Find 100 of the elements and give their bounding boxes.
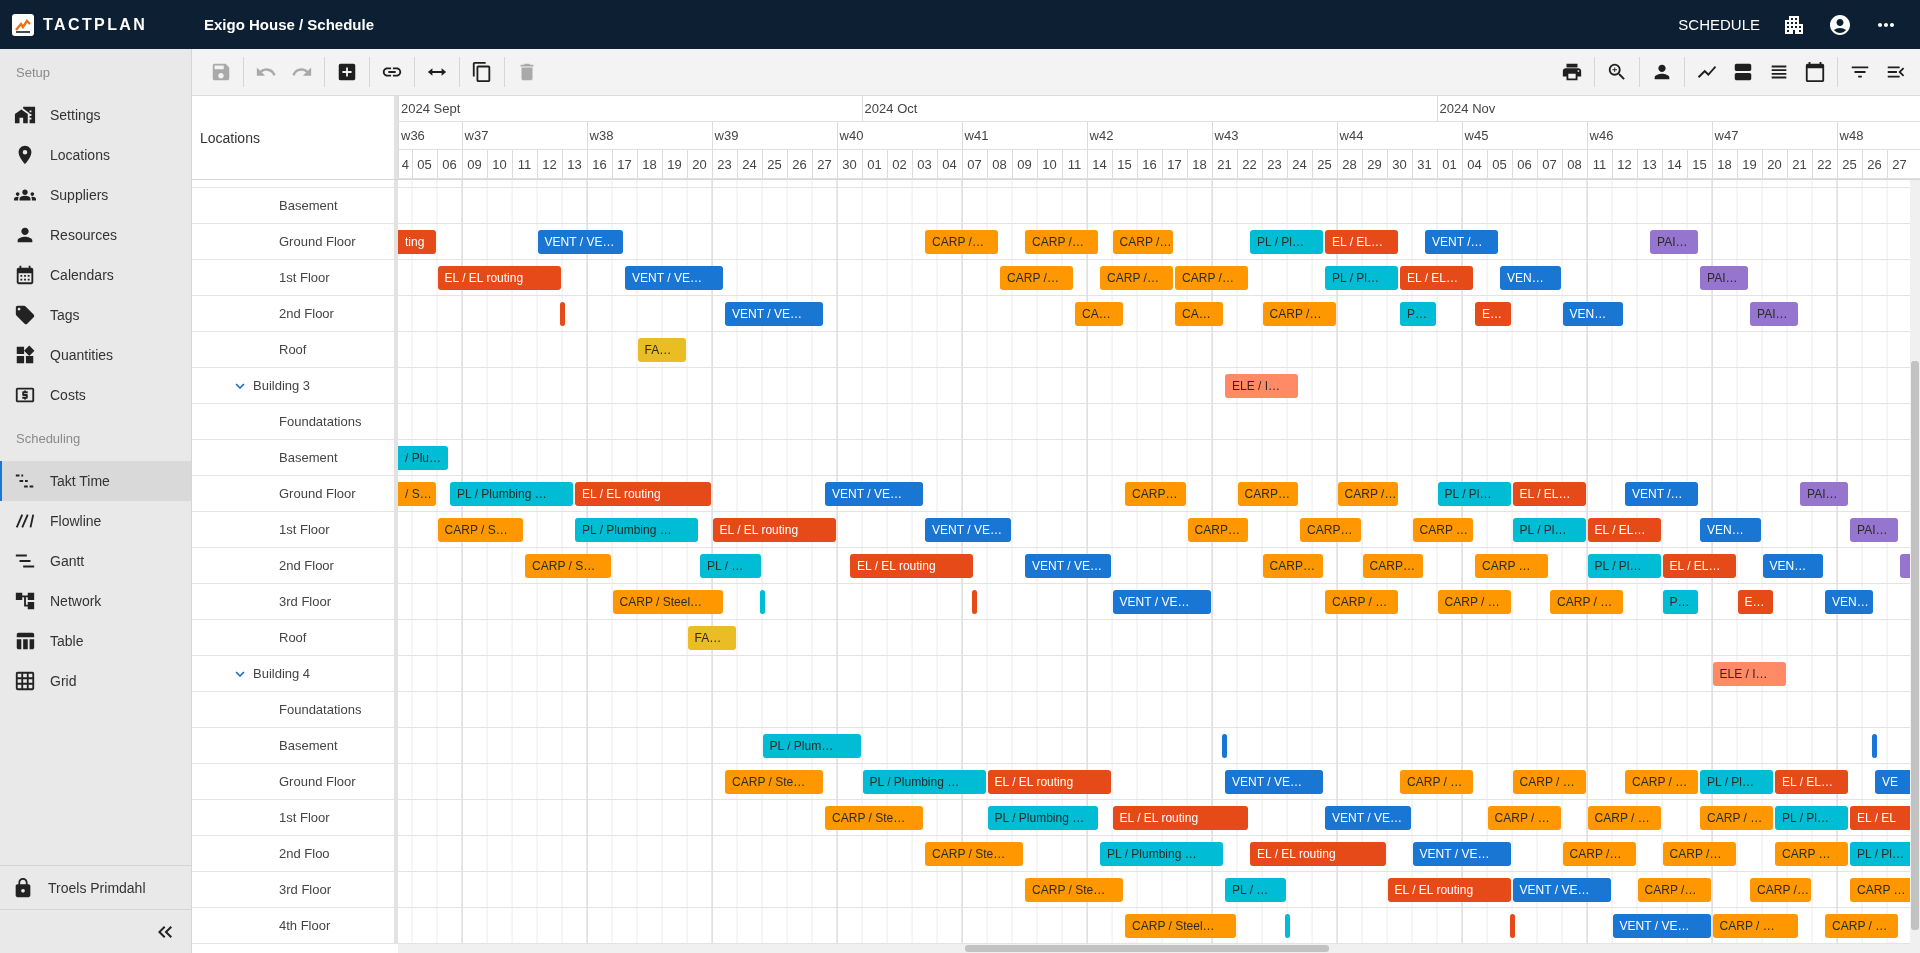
task-bar[interactable]: CARP / Ste… bbox=[725, 770, 824, 794]
task-bar[interactable]: CA… bbox=[1175, 302, 1224, 326]
task-marker[interactable] bbox=[1284, 914, 1290, 938]
user-name[interactable]: Troels Primdahl bbox=[48, 879, 146, 896]
task-bar[interactable]: VEN… bbox=[1500, 266, 1561, 290]
task-bar[interactable]: CARP / Ste… bbox=[825, 806, 924, 830]
task-bar[interactable]: VENT / VE… bbox=[1325, 806, 1411, 830]
task-bar[interactable]: EL / EL routing bbox=[437, 266, 561, 290]
task-bar[interactable]: CARP / Ste… bbox=[925, 842, 1024, 866]
sidebar-item[interactable]: Calendars bbox=[0, 255, 191, 295]
task-bar[interactable]: FA… bbox=[637, 338, 686, 362]
task-bar[interactable]: CARP /… bbox=[1262, 302, 1336, 326]
task-bar[interactable]: PL / Pl… bbox=[1437, 482, 1511, 506]
task-bar[interactable]: VENT / VE… bbox=[1412, 842, 1511, 866]
task-bar[interactable]: VENT / VE… bbox=[725, 302, 824, 326]
task-bar[interactable]: CARP / S… bbox=[437, 518, 524, 542]
task-bar[interactable]: FA… bbox=[687, 626, 736, 650]
sidebar-item[interactable]: Suppliers bbox=[0, 175, 191, 215]
task-bar[interactable]: EL / EL… bbox=[1325, 230, 1399, 254]
task-bar[interactable]: EL / EL bbox=[1850, 806, 1910, 830]
task-bar[interactable]: CARP /… bbox=[1000, 266, 1074, 290]
sidebar-item[interactable]: Costs bbox=[0, 375, 191, 415]
task-bar[interactable]: CARP / Steel… bbox=[612, 590, 724, 614]
task-bar[interactable]: CARP / … bbox=[1512, 770, 1586, 794]
task-bar[interactable]: CARP … bbox=[1850, 878, 1910, 902]
task-bar[interactable]: CARP… bbox=[1300, 518, 1361, 542]
task-bar[interactable]: PL / Pl… bbox=[1512, 518, 1586, 542]
task-bar[interactable]: PL / Plumbing … bbox=[987, 806, 1099, 830]
task-bar[interactable]: EL / EL… bbox=[1400, 266, 1474, 290]
sidebar-item[interactable]: Grid bbox=[0, 661, 191, 701]
task-bar[interactable]: PL / Plumbing … bbox=[862, 770, 986, 794]
task-bar[interactable]: VEN… bbox=[1825, 590, 1874, 614]
task-bar[interactable]: PL / Pl… bbox=[1250, 230, 1324, 254]
task-bar[interactable]: CARP / … bbox=[1587, 806, 1661, 830]
task-bar[interactable]: VENT / VE… bbox=[1612, 914, 1711, 938]
task-bar[interactable]: CARP /… bbox=[1750, 878, 1811, 902]
task-bar[interactable]: PL / … bbox=[1225, 878, 1286, 902]
horizontal-scrollbar[interactable] bbox=[398, 944, 1910, 953]
account-icon[interactable] bbox=[1828, 12, 1852, 37]
task-bar[interactable]: VENT / VE… bbox=[1025, 554, 1111, 578]
task-bar[interactable]: CARP /… bbox=[1662, 842, 1736, 866]
task-bar[interactable]: VENT / VE… bbox=[1512, 878, 1611, 902]
task-bar[interactable]: PAI… bbox=[1850, 518, 1899, 542]
task-marker[interactable] bbox=[759, 590, 765, 614]
task-bar[interactable]: CARP /… bbox=[1112, 230, 1174, 254]
task-bar[interactable]: VEN… bbox=[1762, 554, 1824, 578]
task-bar[interactable]: EL / EL… bbox=[1512, 482, 1586, 506]
task-bar[interactable]: CARP /… bbox=[1562, 842, 1636, 866]
sidebar-item[interactable]: Resources bbox=[0, 215, 191, 255]
task-bar[interactable]: CARP / S… bbox=[525, 554, 611, 578]
task-bar[interactable]: P… bbox=[1400, 302, 1436, 326]
task-marker[interactable] bbox=[972, 590, 978, 614]
task-bar[interactable]: EL / EL… bbox=[1775, 770, 1849, 794]
task-bar[interactable]: CARP /… bbox=[1337, 482, 1399, 506]
task-bar[interactable]: EL / EL routing bbox=[1250, 842, 1386, 866]
task-marker[interactable] bbox=[1509, 914, 1515, 938]
scrollbar-thumb[interactable] bbox=[965, 945, 1329, 952]
task-bar[interactable]: CARP / … bbox=[1400, 770, 1474, 794]
sidebar-item[interactable]: Table bbox=[0, 621, 191, 661]
task-bar[interactable]: CARP / … bbox=[1712, 914, 1799, 938]
task-bar[interactable]: CA… bbox=[1075, 302, 1124, 326]
task-bar[interactable]: VENT / VE… bbox=[537, 230, 624, 254]
task-bar[interactable]: PL / Pl… bbox=[1850, 842, 1910, 866]
task-bar[interactable]: PL / Pl… bbox=[1775, 806, 1849, 830]
task-bar[interactable]: PAI… bbox=[1700, 266, 1749, 290]
scrollbar-thumb[interactable] bbox=[1911, 361, 1919, 930]
task-bar[interactable]: PL / Plumbing … bbox=[575, 518, 699, 542]
task-bar[interactable]: PL / Pl… bbox=[1587, 554, 1661, 578]
task-bar[interactable]: VENT / VE… bbox=[825, 482, 924, 506]
task-bar[interactable]: VE bbox=[1875, 770, 1910, 794]
task-bar[interactable]: CARP… bbox=[1262, 554, 1324, 578]
sidebar-item[interactable]: Settings bbox=[0, 95, 191, 135]
vertical-scrollbar[interactable] bbox=[1910, 180, 1920, 953]
task-bar[interactable]: CARP / … bbox=[1325, 590, 1399, 614]
task-bar[interactable]: VENT /… bbox=[1625, 482, 1699, 506]
task-bar[interactable]: P… bbox=[1662, 590, 1699, 614]
task-bar[interactable]: CARP… bbox=[1237, 482, 1299, 506]
task-bar[interactable]: EL / EL… bbox=[1662, 554, 1736, 578]
task-bar[interactable]: EL / EL routing bbox=[575, 482, 711, 506]
sidebar-item[interactable]: Gantt bbox=[0, 541, 191, 581]
task-bar[interactable]: CARP / Steel… bbox=[1125, 914, 1236, 938]
task-bar[interactable]: CARP … bbox=[1775, 842, 1849, 866]
task-bar[interactable]: / S… bbox=[398, 482, 436, 506]
task-bar[interactable]: PAI… bbox=[1750, 302, 1799, 326]
task-bar[interactable]: EL / EL routing bbox=[850, 554, 974, 578]
task-bar[interactable]: CARP /… bbox=[1175, 266, 1249, 290]
task-bar[interactable]: CARP … bbox=[1412, 518, 1474, 542]
task-bar[interactable]: ting bbox=[398, 230, 436, 254]
task-bar[interactable]: VENT / VE… bbox=[1225, 770, 1324, 794]
task-bar[interactable]: EL / EL routing bbox=[712, 518, 836, 542]
task-bar[interactable]: CARP / … bbox=[1550, 590, 1624, 614]
task-bar[interactable]: CARP… bbox=[1187, 518, 1249, 542]
task-bar[interactable]: CARP /… bbox=[1025, 230, 1099, 254]
task-bar[interactable]: ELE / I… bbox=[1225, 374, 1299, 398]
task-marker[interactable] bbox=[559, 302, 565, 326]
task-bar[interactable]: CARP… bbox=[1125, 482, 1186, 506]
task-bar[interactable]: PAI… bbox=[1800, 482, 1849, 506]
task-bar[interactable]: CARP … bbox=[1475, 554, 1549, 578]
task-bar[interactable]: E… bbox=[1475, 302, 1511, 326]
task-marker[interactable] bbox=[1222, 734, 1228, 758]
